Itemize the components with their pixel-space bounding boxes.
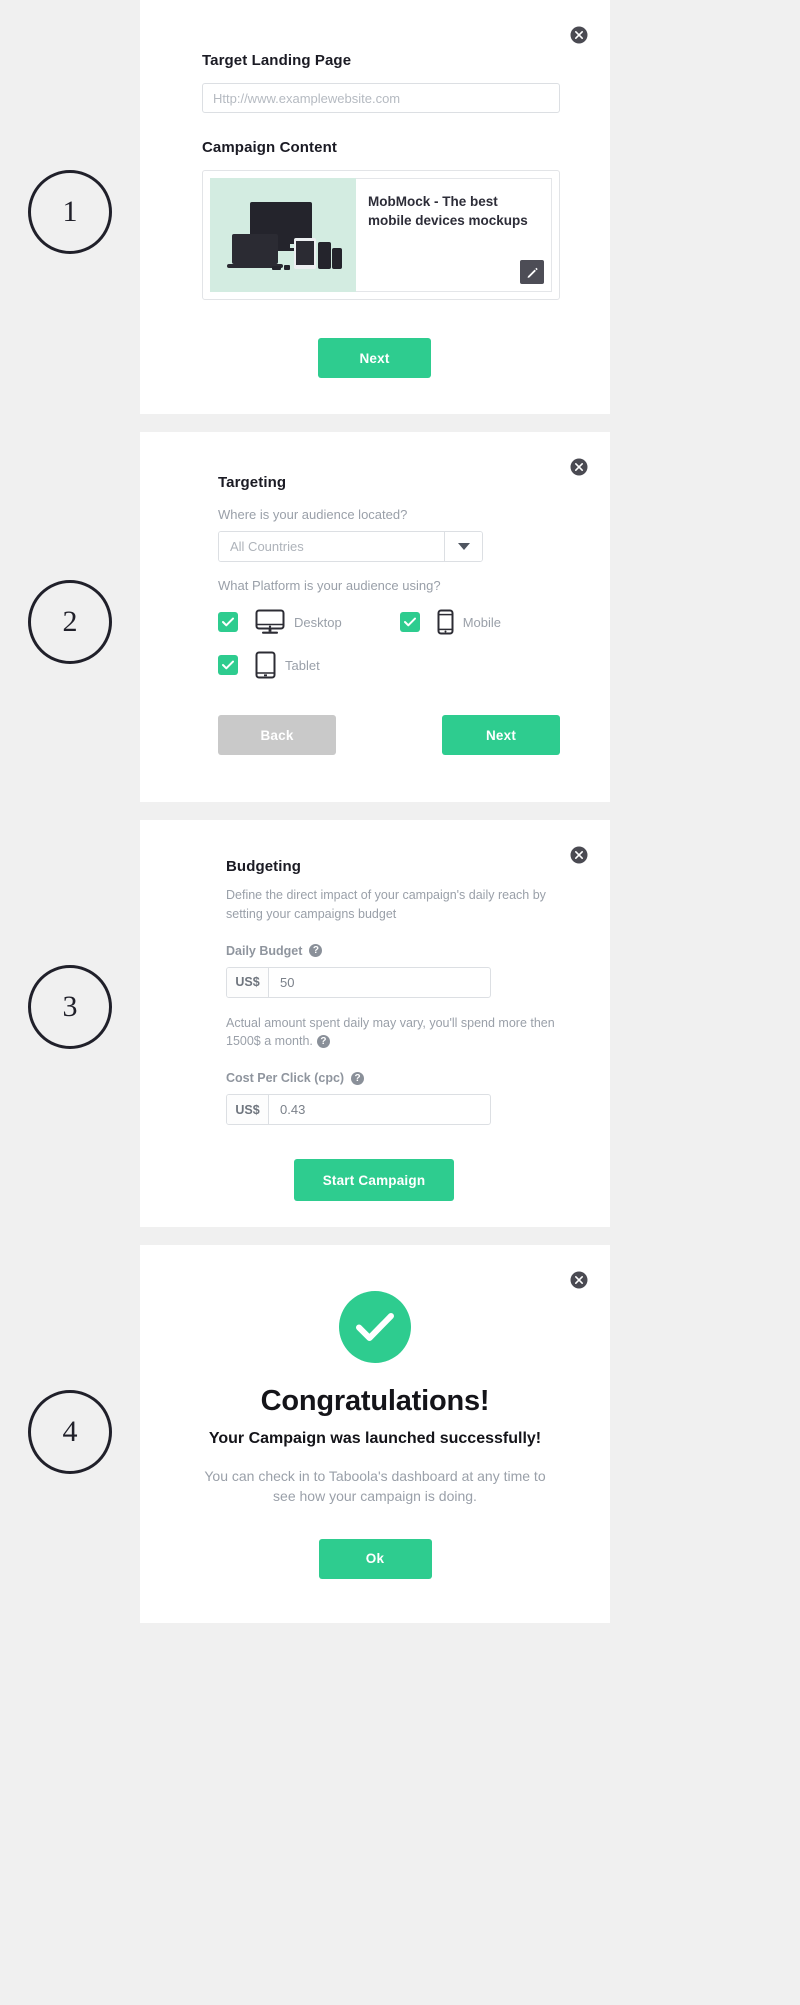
close-icon[interactable] bbox=[570, 1271, 588, 1289]
panel-divider bbox=[0, 802, 800, 820]
step-1-panel: Target Landing Page Campaign Content bbox=[140, 0, 610, 414]
check-circle-icon bbox=[339, 1291, 411, 1363]
daily-budget-label: Daily Budget ? bbox=[226, 944, 560, 958]
question-mark-icon[interactable]: ? bbox=[316, 1035, 330, 1049]
desktop-monitor-icon bbox=[255, 609, 285, 635]
cpc-label: Cost Per Click (cpc) ? bbox=[226, 1071, 560, 1085]
checkbox-tablet[interactable] bbox=[218, 655, 238, 675]
campaign-content-body: MobMock - The best mobile devices mockup… bbox=[356, 178, 552, 292]
wizard-step-3: 3 Budgeting Define the direct impact of … bbox=[0, 820, 800, 1227]
chevron-down-icon[interactable] bbox=[444, 532, 482, 561]
platform-question-label: What Platform is your audience using? bbox=[218, 578, 441, 593]
country-select[interactable]: All Countries bbox=[218, 531, 483, 562]
wizard-step-2: 2 Targeting Where is your audience locat… bbox=[0, 432, 800, 802]
checkbox-desktop[interactable] bbox=[218, 612, 238, 632]
checkbox-mobile[interactable] bbox=[399, 612, 420, 632]
question-mark-icon[interactable]: ? bbox=[351, 1071, 365, 1085]
start-campaign-button[interactable]: Start Campaign bbox=[294, 1159, 454, 1201]
question-mark-icon[interactable]: ? bbox=[309, 944, 323, 957]
campaign-wizard: 1 Target Landing Page Campaign Content bbox=[0, 0, 800, 1623]
close-icon[interactable] bbox=[570, 26, 588, 44]
spend-note-text: Actual amount spent daily may vary, you'… bbox=[226, 1015, 555, 1049]
close-icon[interactable] bbox=[570, 846, 588, 864]
devices-mockup-image bbox=[210, 178, 356, 292]
platform-option-tablet[interactable]: Tablet bbox=[218, 651, 320, 679]
step-4-panel: Congratulations! Your Campaign was launc… bbox=[140, 1245, 610, 1623]
congratulations-body: You can check in to Taboola's dashboard … bbox=[204, 1468, 546, 1505]
platform-label-desktop: Desktop bbox=[294, 614, 342, 630]
step-2-panel: Targeting Where is your audience located… bbox=[140, 432, 610, 802]
platform-row-1: Desktop Mobile bbox=[218, 609, 560, 635]
panel-divider bbox=[0, 414, 800, 432]
pencil-edit-icon[interactable] bbox=[520, 260, 544, 284]
mobile-phone-icon bbox=[437, 609, 454, 635]
panel-divider bbox=[0, 1227, 800, 1245]
wizard-step-1: 1 Target Landing Page Campaign Content bbox=[0, 0, 800, 414]
daily-budget-input[interactable]: 50 bbox=[269, 968, 490, 997]
cpc-currency: US$ bbox=[227, 1095, 269, 1124]
cpc-field[interactable]: US$ 0.43 bbox=[226, 1094, 491, 1125]
platform-options: Desktop Mobile Tablet bbox=[218, 609, 560, 679]
step-number-1: 1 bbox=[28, 170, 112, 254]
tablet-icon bbox=[255, 651, 276, 679]
campaign-content-label: Campaign Content bbox=[202, 139, 337, 156]
campaign-content-card[interactable]: MobMock - The best mobile devices mockup… bbox=[202, 170, 560, 300]
budgeting-description: Define the direct impact of your campaig… bbox=[226, 888, 546, 921]
landing-page-url-input[interactable] bbox=[202, 83, 560, 113]
spend-note: Actual amount spent daily may vary, you'… bbox=[226, 1014, 556, 1052]
targeting-title: Targeting bbox=[218, 474, 287, 491]
step2-back-button[interactable]: Back bbox=[218, 715, 336, 755]
location-question-label: Where is your audience located? bbox=[218, 507, 408, 522]
country-select-value: All Countries bbox=[219, 532, 444, 561]
congratulations-title: Congratulations! bbox=[260, 1385, 490, 1417]
step-number-3: 3 bbox=[28, 965, 112, 1049]
platform-row-2: Tablet bbox=[218, 651, 560, 679]
step-number-4: 4 bbox=[28, 1390, 112, 1474]
step-number-2: 2 bbox=[28, 580, 112, 664]
platform-label-mobile: Mobile bbox=[462, 614, 501, 630]
cpc-input[interactable]: 0.43 bbox=[269, 1095, 490, 1124]
platform-option-desktop[interactable]: Desktop bbox=[218, 609, 342, 635]
congratulations-subtitle: Your Campaign was launched successfully! bbox=[208, 1430, 542, 1447]
step-3-panel: Budgeting Define the direct impact of yo… bbox=[140, 820, 610, 1227]
daily-budget-label-text: Daily Budget bbox=[226, 943, 303, 958]
platform-label-tablet: Tablet bbox=[285, 657, 320, 673]
step2-button-row: Back Next bbox=[218, 715, 560, 755]
platform-option-mobile[interactable]: Mobile bbox=[399, 609, 501, 635]
cpc-label-text: Cost Per Click (cpc) bbox=[226, 1071, 345, 1085]
target-landing-page-label: Target Landing Page bbox=[202, 52, 352, 69]
wizard-step-4: 4 Congratulations! Your Campaign was lau… bbox=[0, 1245, 800, 1623]
campaign-content-title: MobMock - The best mobile devices mockup… bbox=[368, 194, 528, 228]
ok-button[interactable]: Ok bbox=[318, 1538, 432, 1579]
step1-next-button[interactable]: Next bbox=[318, 338, 431, 378]
step2-next-button[interactable]: Next bbox=[442, 715, 560, 755]
close-icon[interactable] bbox=[570, 458, 588, 476]
budgeting-title: Budgeting bbox=[226, 858, 302, 875]
daily-budget-field[interactable]: US$ 50 bbox=[226, 966, 491, 998]
daily-budget-currency: US$ bbox=[227, 967, 269, 997]
